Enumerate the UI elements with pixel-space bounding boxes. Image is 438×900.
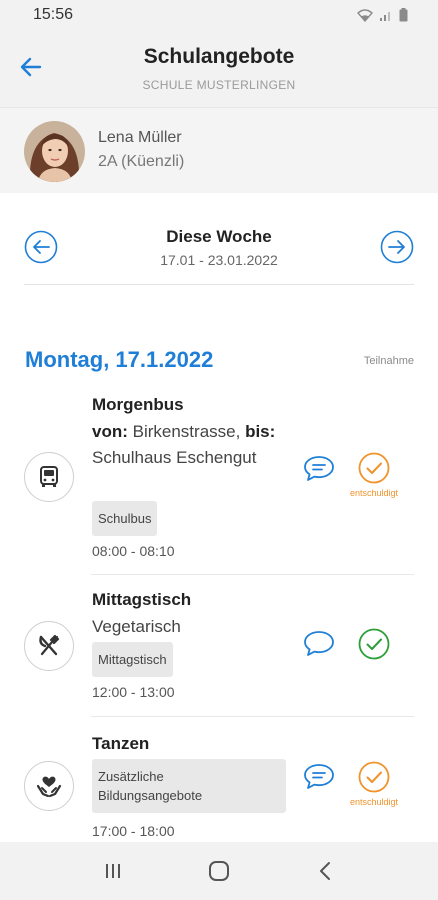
back-icon[interactable]	[305, 851, 345, 891]
message-icon[interactable]	[302, 629, 336, 659]
message-icon[interactable]	[302, 454, 336, 484]
status-time: 15:56	[33, 6, 74, 23]
category-tag: Zusätzliche Bildungsangebote	[92, 759, 286, 813]
offer-item-tanzen[interactable]: Tanzen Zusätzliche Bildungsangebote 17:0…	[0, 717, 438, 842]
offer-subtitle: Vegetarisch	[92, 617, 181, 636]
week-title: Diese Woche	[166, 227, 272, 246]
category-tag-line-2: Bildungsangebote	[98, 788, 203, 803]
student-name: Lena Müller	[98, 129, 182, 146]
app-header: Schulangebote SCHULE MUSTERLINGEN	[0, 30, 438, 107]
offer-title: Morgenbus	[92, 395, 184, 414]
page-title: Schulangebote	[143, 45, 295, 68]
status-bar: 15:56	[0, 0, 438, 30]
recent-apps-icon[interactable]	[93, 851, 133, 891]
category-tag-line-1: Zusätzliche	[98, 769, 164, 784]
excused-check-icon[interactable]	[358, 452, 390, 484]
offer-time: 12:00 - 13:00	[92, 684, 175, 700]
excused-check-icon[interactable]	[358, 761, 390, 793]
offer-title: Tanzen	[92, 734, 150, 753]
app-screen: 15:56 Schulangebote SCHULE MUSTERLINGEN	[0, 0, 438, 900]
attending-check-icon[interactable]	[358, 628, 390, 660]
next-week-icon[interactable]	[380, 230, 414, 264]
week-navigation: Diese Woche 17.01 - 23.01.2022	[24, 218, 414, 285]
bus-icon	[24, 452, 74, 502]
system-navigation-bar	[0, 842, 438, 900]
week-range: 17.01 - 23.01.2022	[160, 252, 278, 268]
student-profile: Lena Müller 2A (Küenzli)	[0, 107, 438, 193]
day-title: Montag, 17.1.2022	[25, 347, 214, 372]
offer-title: Mittagstisch	[92, 590, 192, 609]
system-icons	[357, 8, 408, 22]
offer-route: von: Birkenstrasse, bis: Schulhaus Esche…	[92, 419, 292, 471]
to-value: Schulhaus Eschengut	[92, 448, 257, 467]
signal-icon	[380, 11, 390, 21]
heart-hands-icon	[24, 761, 74, 811]
avatar	[24, 121, 85, 182]
wifi-icon	[357, 8, 373, 22]
category-tag: Schulbus	[92, 501, 158, 536]
offer-time: 17:00 - 18:00	[92, 823, 175, 839]
message-icon[interactable]	[302, 762, 336, 792]
student-class: 2A (Küenzli)	[98, 153, 185, 170]
home-icon[interactable]	[199, 851, 239, 891]
from-value: Birkenstrasse,	[132, 422, 241, 441]
page-subtitle: SCHULE MUSTERLINGEN	[142, 78, 296, 92]
status-label: entschuldigt	[349, 488, 399, 498]
from-label: von:	[92, 422, 128, 441]
category-tag: Mittagstisch	[92, 642, 173, 677]
offer-time: 08:00 - 08:10	[92, 543, 175, 559]
offer-item-morgenbus[interactable]: Morgenbus von: Birkenstrasse, bis: Schul…	[0, 382, 438, 575]
to-label: bis:	[245, 422, 276, 441]
participation-column-header: Teilnahme	[363, 355, 414, 367]
battery-icon	[399, 8, 408, 22]
status-label: entschuldigt	[349, 797, 399, 807]
offer-item-mittagstisch[interactable]: Mittagstisch Vegetarisch Mittagstisch 12…	[0, 575, 438, 717]
cutlery-icon	[24, 621, 74, 671]
